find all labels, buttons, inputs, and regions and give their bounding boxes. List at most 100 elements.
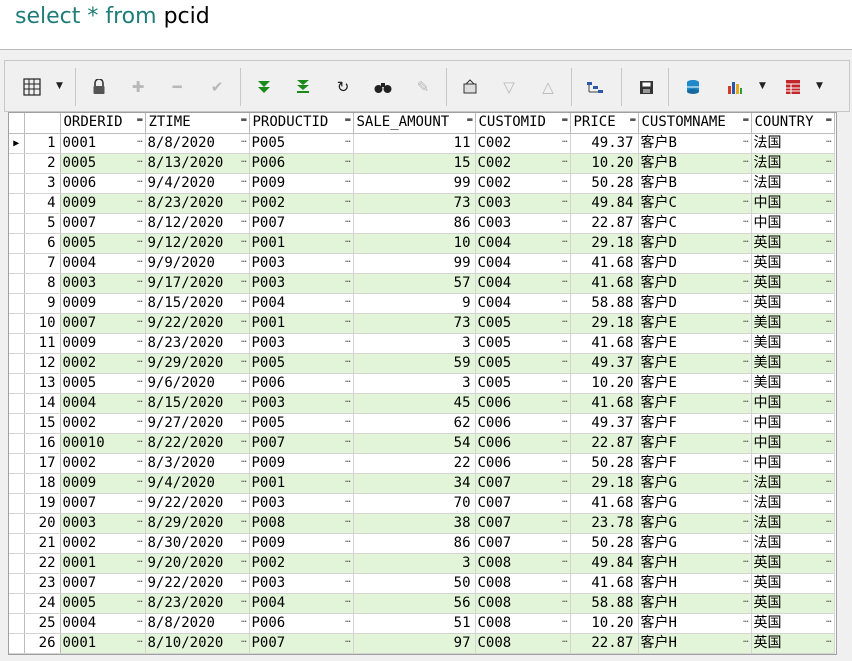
cell-editor-icon[interactable]: …	[137, 233, 142, 250]
cell-editor-icon[interactable]: …	[562, 633, 567, 650]
cell-editor-icon[interactable]: …	[826, 573, 831, 590]
cell-editor-icon[interactable]: …	[137, 353, 142, 370]
cell-editor-icon[interactable]: …	[562, 393, 567, 410]
cell-price[interactable]: 41.68	[570, 393, 639, 414]
cell-editor-icon[interactable]: …	[826, 513, 831, 530]
table-row[interactable]: 12 0002… 9/29/2020… P005… 59 C005… 49.37 客户E… 美国…	[9, 353, 835, 374]
table-row[interactable]: 23 0007… 9/22/2020… P003… 50 C008… 41.68 客户H… 英国…	[9, 573, 835, 594]
cell-customname[interactable]: 客户C…	[638, 193, 752, 214]
cell-ztime[interactable]: 9/17/2020…	[145, 273, 250, 294]
cell-editor-icon[interactable]: …	[743, 313, 748, 330]
table-row[interactable]: 24 0005… 8/23/2020… P004… 56 C008… 58.88 客户H… 英国…	[9, 593, 835, 614]
table-row[interactable]: 6 0005… 9/12/2020… P001… 10 C004… 29.18 客户D… 英国…	[9, 233, 835, 254]
cell-editor-icon[interactable]: …	[743, 513, 748, 530]
first-record-icon[interactable]	[251, 74, 277, 100]
cell-editor-icon[interactable]: …	[241, 253, 246, 270]
cell-editor-icon[interactable]: …	[345, 533, 350, 550]
table-row[interactable]: 2 0005… 8/13/2020… P006… 15 C002… 10.20 客户B… 法国…	[9, 153, 835, 174]
row-indicator[interactable]	[9, 633, 25, 654]
cell-editor-icon[interactable]: …	[345, 213, 350, 230]
column-header-sale-amount[interactable]: SALE_AMOUNT ▬	[353, 113, 476, 134]
cell-editor-icon[interactable]: …	[562, 153, 567, 170]
cell-editor-icon[interactable]: …	[743, 193, 748, 210]
cell-sale-amount[interactable]: 34	[353, 473, 476, 494]
cell-ztime[interactable]: 9/6/2020…	[145, 373, 250, 394]
cell-editor-icon[interactable]: …	[826, 453, 831, 470]
cell-editor-icon[interactable]: …	[345, 173, 350, 190]
cell-customid[interactable]: C004…	[475, 233, 571, 254]
cell-editor-icon[interactable]: …	[137, 593, 142, 610]
cell-sale-amount[interactable]: 99	[353, 253, 476, 274]
cell-country[interactable]: 中国…	[751, 193, 835, 214]
cell-customid[interactable]: C004…	[475, 293, 571, 314]
cell-editor-icon[interactable]: …	[743, 393, 748, 410]
table-row[interactable]: 10 0007… 9/22/2020… P001… 73 C005… 29.18 客户E… 美国…	[9, 313, 835, 334]
cell-customname[interactable]: 客户G…	[638, 533, 752, 554]
cell-price[interactable]: 50.28	[570, 173, 639, 194]
cell-customid[interactable]: C005…	[475, 313, 571, 334]
cell-orderid[interactable]: 0005…	[60, 373, 146, 394]
cell-productid[interactable]: P003…	[249, 253, 354, 274]
row-indicator[interactable]	[9, 493, 25, 514]
cell-editor-icon[interactable]: …	[241, 433, 246, 450]
cell-ztime[interactable]: 8/13/2020…	[145, 153, 250, 174]
cell-editor-icon[interactable]: …	[826, 553, 831, 570]
cell-productid[interactable]: P007…	[249, 433, 354, 454]
cell-country[interactable]: 英国…	[751, 633, 835, 654]
cell-price[interactable]: 58.88	[570, 293, 639, 314]
grid-view-icon[interactable]	[19, 74, 45, 100]
cell-editor-icon[interactable]: …	[345, 293, 350, 310]
cell-customname[interactable]: 客户H…	[638, 633, 752, 654]
cell-editor-icon[interactable]: …	[562, 473, 567, 490]
row-indicator[interactable]	[9, 153, 25, 174]
cell-editor-icon[interactable]: …	[241, 573, 246, 590]
cell-editor-icon[interactable]: …	[562, 373, 567, 390]
cell-editor-icon[interactable]: …	[743, 553, 748, 570]
cell-editor-icon[interactable]: …	[826, 213, 831, 230]
cell-orderid[interactable]: 0002…	[60, 353, 146, 374]
row-indicator[interactable]	[9, 613, 25, 634]
cell-sale-amount[interactable]: 15	[353, 153, 476, 174]
cell-editor-icon[interactable]: …	[826, 173, 831, 190]
cell-editor-icon[interactable]: …	[345, 333, 350, 350]
cell-sale-amount[interactable]: 50	[353, 573, 476, 594]
cell-editor-icon[interactable]: …	[345, 273, 350, 290]
cell-editor-icon[interactable]: …	[826, 253, 831, 270]
cell-orderid[interactable]: 0009…	[60, 473, 146, 494]
table-row[interactable]: 11 0009… 8/23/2020… P003… 3 C005… 41.68 客户E… 美国…	[9, 333, 835, 354]
sql-query[interactable]: select * from pcid	[15, 4, 210, 29]
cell-customname[interactable]: 客户G…	[638, 473, 752, 494]
cell-editor-icon[interactable]: …	[562, 333, 567, 350]
cell-editor-icon[interactable]: …	[826, 473, 831, 490]
cell-editor-icon[interactable]: …	[743, 473, 748, 490]
cell-customname[interactable]: 客户H…	[638, 613, 752, 634]
cell-editor-icon[interactable]: …	[562, 593, 567, 610]
table-row[interactable]: 22 0001… 9/20/2020… P002… 3 C008… 49.84 客户H… 英国…	[9, 553, 835, 574]
cell-productid[interactable]: P004…	[249, 293, 354, 314]
cell-orderid[interactable]: 0004…	[60, 393, 146, 414]
cell-orderid[interactable]: 0003…	[60, 273, 146, 294]
refresh-icon[interactable]: ↻	[330, 74, 356, 100]
cell-ztime[interactable]: 9/4/2020…	[145, 473, 250, 494]
cell-editor-icon[interactable]: …	[137, 333, 142, 350]
table-row[interactable]: 17 0002… 8/3/2020… P009… 22 C006… 50.28 客户F… 中国…	[9, 453, 835, 474]
cell-customid[interactable]: C007…	[475, 473, 571, 494]
cell-customid[interactable]: C004…	[475, 253, 571, 274]
row-indicator[interactable]	[9, 433, 25, 454]
cell-price[interactable]: 29.18	[570, 313, 639, 334]
cell-editor-icon[interactable]: …	[137, 473, 142, 490]
cell-orderid[interactable]: 0009…	[60, 293, 146, 314]
cell-customname[interactable]: 客户D…	[638, 273, 752, 294]
cell-editor-icon[interactable]: …	[137, 193, 142, 210]
cell-ztime[interactable]: 9/22/2020…	[145, 573, 250, 594]
cell-customid[interactable]: C005…	[475, 333, 571, 354]
cell-orderid[interactable]: 0006…	[60, 173, 146, 194]
cell-sale-amount[interactable]: 45	[353, 393, 476, 414]
cell-editor-icon[interactable]: …	[241, 593, 246, 610]
cell-editor-icon[interactable]: …	[241, 353, 246, 370]
column-menu-icon[interactable]: ▬	[137, 113, 142, 127]
cell-editor-icon[interactable]: …	[826, 393, 831, 410]
cell-editor-icon[interactable]: …	[743, 133, 748, 150]
cell-ztime[interactable]: 8/23/2020…	[145, 593, 250, 614]
cell-orderid[interactable]: 0009…	[60, 333, 146, 354]
